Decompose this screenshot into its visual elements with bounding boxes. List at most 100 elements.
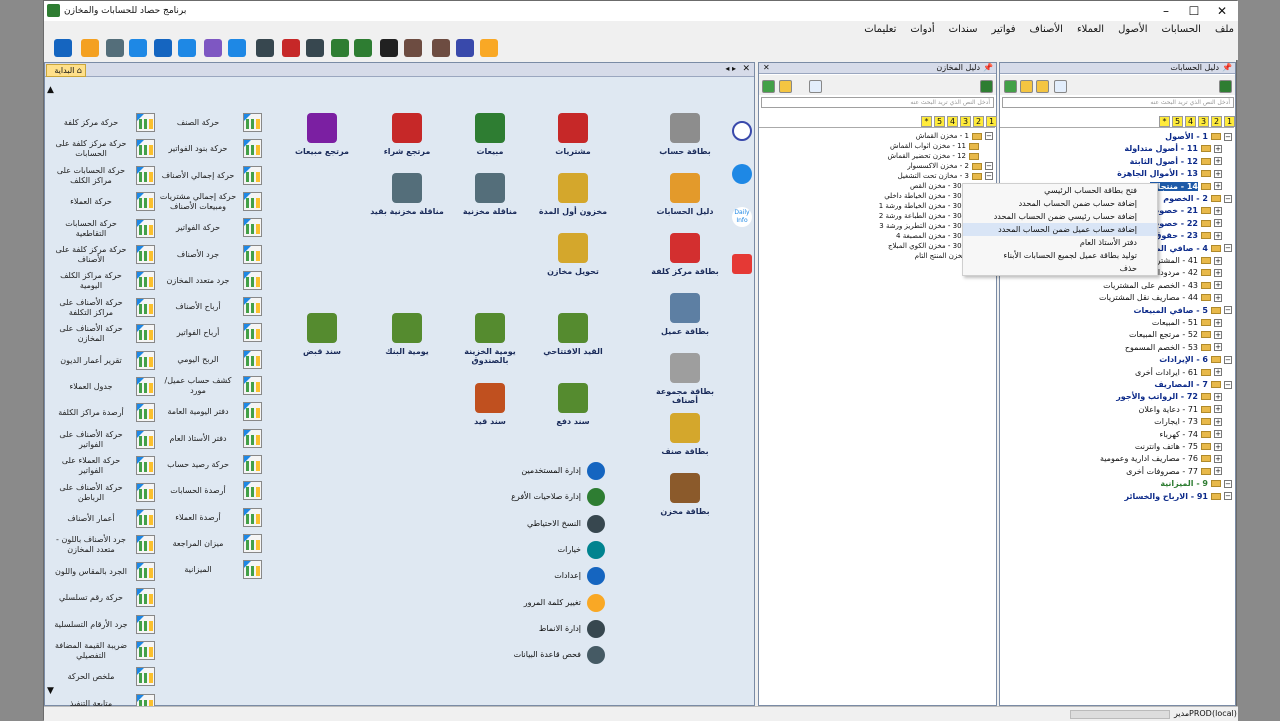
report-item[interactable]: جرد الأرقام التسلسلية	[45, 613, 155, 637]
report-item[interactable]: تقرير أعمار الديون	[45, 349, 155, 373]
expand-icon[interactable]: +	[1214, 318, 1222, 327]
pin-icon[interactable]: 📌	[1222, 63, 1232, 73]
level-button[interactable]: 3	[1198, 116, 1209, 127]
toolbar-button[interactable]	[204, 39, 222, 57]
pin-icon[interactable]: 📌	[983, 63, 993, 73]
store-row-2[interactable]: − 2 - مخزن الاكسسوار	[907, 161, 993, 171]
tree-row-1[interactable]: − 1 - الأصول	[1165, 131, 1232, 143]
report-item[interactable]: الميزانية	[152, 558, 262, 582]
tree-row-12[interactable]: +12 - أصول الثابتة	[1130, 156, 1222, 168]
report-item[interactable]: حركة الأصناف على الفواتير	[45, 428, 155, 452]
card-8[interactable]: مبيعات	[450, 113, 530, 156]
toolbar-button[interactable]	[178, 39, 196, 57]
context-item[interactable]: إضافة حساب رئيسي ضمن الحساب المحدد	[963, 210, 1157, 223]
report-item[interactable]: حركة الصنف	[152, 111, 262, 135]
context-item[interactable]: إضافة حساب ضمن الحساب المحدد	[963, 197, 1157, 210]
admin-item[interactable]: النسخ الاحتياطي	[485, 514, 605, 534]
card-19[interactable]: سند دفع	[533, 383, 613, 426]
toolbar-button[interactable]	[54, 39, 72, 57]
report-item[interactable]: حركة مراكز الكلف اليومية	[45, 269, 155, 293]
expand-icon[interactable]: −	[1224, 194, 1232, 203]
refresh-icon[interactable]	[1004, 80, 1017, 93]
menu-item[interactable]: الحسابات	[1161, 21, 1201, 38]
report-item[interactable]: دفتر الأستاذ العام	[152, 427, 262, 451]
card-16[interactable]: يومية الخزينة بالصندوق	[450, 313, 530, 365]
menu-item[interactable]: الأصناف	[1030, 21, 1063, 38]
tree-row-43[interactable]: +43 - الخصم على المشتريات	[1103, 280, 1222, 292]
report-item[interactable]: ميزان المراجعة	[152, 532, 262, 556]
expand-icon[interactable]: −	[1224, 244, 1232, 253]
podcast-icon[interactable]	[732, 121, 752, 141]
expand-icon[interactable]: +	[1214, 330, 1222, 339]
toolbar-button[interactable]	[106, 39, 124, 57]
toolbar-button[interactable]	[228, 39, 246, 57]
tree-row-42[interactable]: +42 - مردودات	[1150, 267, 1222, 279]
card-2[interactable]: بطاقة مركز كلفة	[645, 233, 725, 276]
tree-row-75[interactable]: +75 - هاتف وانترنت	[1135, 441, 1222, 453]
tree-row-61[interactable]: +61 - ايرادات أخرى	[1135, 367, 1222, 379]
context-item[interactable]: حذف	[963, 262, 1157, 275]
tree-row-91[interactable]: − 91 - الارباح والخسائر	[1124, 491, 1232, 503]
tree-row-41[interactable]: +41 - المشتر	[1157, 255, 1222, 267]
admin-item[interactable]: خيارات	[485, 540, 605, 560]
tree-row-2[interactable]: − 2 - الخصوم	[1163, 193, 1232, 205]
card-6[interactable]: بطاقة مخزن	[645, 473, 725, 516]
daily-info-icon[interactable]: Daily Info	[732, 207, 752, 227]
refresh-icon[interactable]	[762, 80, 775, 93]
wallet-icon[interactable]	[732, 164, 752, 184]
folder-icon[interactable]	[779, 80, 792, 93]
tree-row-44[interactable]: +44 - مصاريف نقل المشتريات	[1099, 292, 1222, 304]
card-10[interactable]: مرتجع مبيعات	[282, 113, 362, 156]
expand-icon[interactable]: −	[1224, 380, 1232, 389]
card-5[interactable]: بطاقة صنف	[645, 413, 725, 456]
toolbar-button[interactable]	[282, 39, 300, 57]
tree-row-14[interactable]: +14 - منتجات	[1149, 181, 1222, 193]
menu-item[interactable]: تعليمات	[864, 21, 896, 38]
search-icon[interactable]	[1054, 80, 1067, 93]
expand-icon[interactable]: −	[985, 162, 993, 170]
tree-row-11[interactable]: +11 - أصول متداولة	[1124, 143, 1222, 155]
report-item[interactable]: جرد الأصناف	[152, 243, 262, 267]
card-11[interactable]: مخزون أول المدة	[533, 173, 613, 216]
store-row-3[interactable]: − 3 - مخازن تحت التشغيل	[898, 171, 993, 181]
expand-icon[interactable]: +	[1214, 268, 1222, 277]
report-item[interactable]: حركة العملاء على الفواتير	[45, 454, 155, 478]
expand-icon[interactable]: +	[1214, 467, 1222, 476]
menu-item[interactable]: فواتير	[992, 21, 1016, 38]
tree-row-9[interactable]: − 9 - الميزانية	[1160, 478, 1232, 490]
tree-row-76[interactable]: +76 - مصاريف ادارية وعمومية	[1100, 453, 1222, 465]
close-button[interactable]: ✕	[1208, 1, 1236, 21]
folder-open-icon[interactable]	[1036, 80, 1049, 93]
alert-icon[interactable]	[732, 254, 752, 274]
search-icon[interactable]	[809, 80, 822, 93]
report-item[interactable]: حركة مركز كلفة	[45, 111, 155, 135]
toolbar-button[interactable]	[81, 39, 99, 57]
expand-icon[interactable]: +	[1214, 144, 1222, 153]
stores-search-input[interactable]: أدخل النص الذي تريد البحث عنه	[761, 97, 994, 108]
tree-row-74[interactable]: +74 - كهرباء	[1160, 429, 1222, 441]
card-13[interactable]: مناقلة مخزنية بقيد	[367, 173, 447, 216]
toolbar-button[interactable]	[154, 39, 172, 57]
admin-item[interactable]: إدارة الانماط	[485, 619, 605, 639]
menu-item[interactable]: الأصول	[1118, 21, 1147, 38]
report-item[interactable]: حركة الفواتير	[152, 216, 262, 240]
report-item[interactable]: دفتر اليومية العامة	[152, 400, 262, 424]
card-1[interactable]: دليل الحسابات	[645, 173, 725, 216]
expand-icon[interactable]: +	[1214, 368, 1222, 377]
expand-icon[interactable]: +	[1214, 430, 1222, 439]
level-button[interactable]: 4	[947, 116, 958, 127]
report-item[interactable]: أرصدة العملاء	[152, 506, 262, 530]
report-item[interactable]: حركة مركز كلفة على الحسابات	[45, 137, 155, 161]
report-item[interactable]: ضريبة القيمة المضافة التفصيلي	[45, 639, 155, 663]
report-item[interactable]: ملخص الحركة	[45, 665, 155, 689]
report-item[interactable]: حركة الحسابات التقاطعية	[45, 217, 155, 241]
toolbar-button[interactable]	[256, 39, 274, 57]
report-item[interactable]: حركة إجمالي الأصناف	[152, 164, 262, 188]
store-row-12[interactable]: 12 - مخزن تحضير القماش	[888, 151, 979, 161]
tree-row-71[interactable]: +71 - دعاية واعلان	[1139, 404, 1222, 416]
report-item[interactable]: أعمار الأصناف	[45, 507, 155, 531]
folder-icon[interactable]	[1020, 80, 1033, 93]
report-item[interactable]: أرباح الأصناف	[152, 295, 262, 319]
expand-icon[interactable]: +	[1214, 206, 1222, 215]
admin-item[interactable]: فحص قاعدة البيانات	[485, 645, 605, 665]
